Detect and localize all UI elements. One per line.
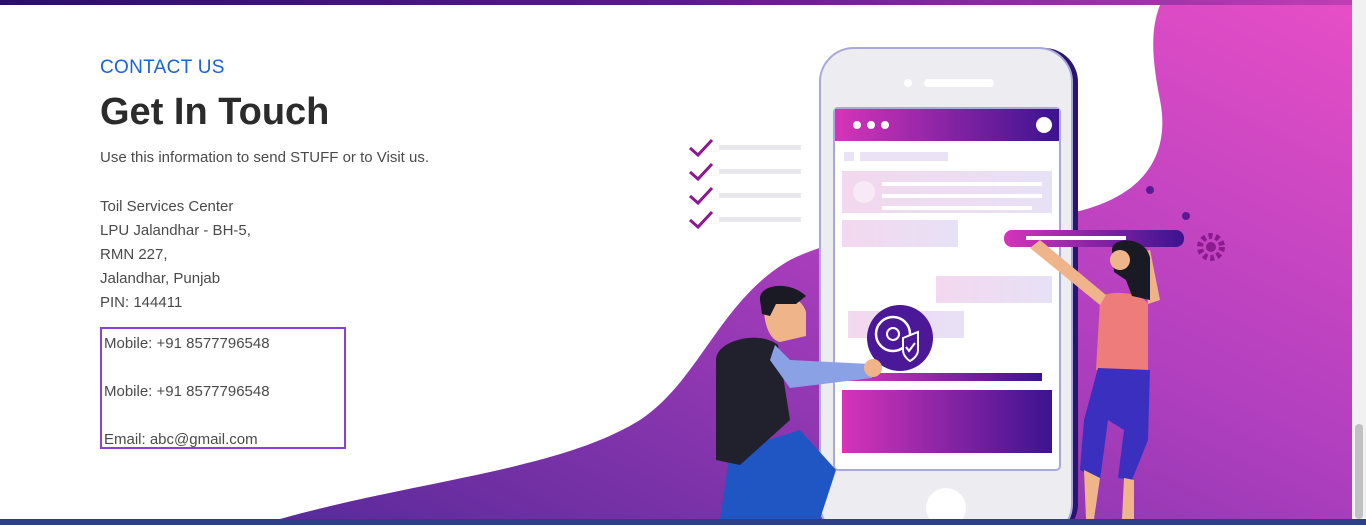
mobile-number-primary[interactable]: Mobile: +91 8577796548 [104,333,344,381]
contact-section: CONTACT US Get In Touch Use this informa… [100,56,520,315]
checklist-icon [689,138,801,230]
address-line: Toil Services Center [100,198,234,215]
email-address[interactable]: Email: abc@gmail.com [104,429,344,477]
bottom-footer-strip [0,519,1366,525]
address-line: LPU Jalandhar - BH-5, [100,222,251,239]
address-line: Jalandhar, Punjab [100,270,221,287]
page-title: Get In Touch [100,91,330,133]
address-block: Toil Services Center LPU Jalandhar - BH-… [100,195,520,315]
phone-mockup [819,47,1078,525]
search-bar-icon [1004,230,1184,247]
scrollbar-thumb[interactable] [1355,424,1363,519]
mobile-number-secondary[interactable]: Mobile: +91 8577796548 [104,381,344,429]
address-line: RMN 227, [100,246,168,263]
contact-details-box: Mobile: +91 8577796548 Mobile: +91 85777… [100,327,346,449]
section-subtitle: Use this information to send STUFF or to… [100,149,430,166]
section-eyebrow: CONTACT US [100,57,225,78]
address-line: PIN: 144411 [100,294,183,311]
